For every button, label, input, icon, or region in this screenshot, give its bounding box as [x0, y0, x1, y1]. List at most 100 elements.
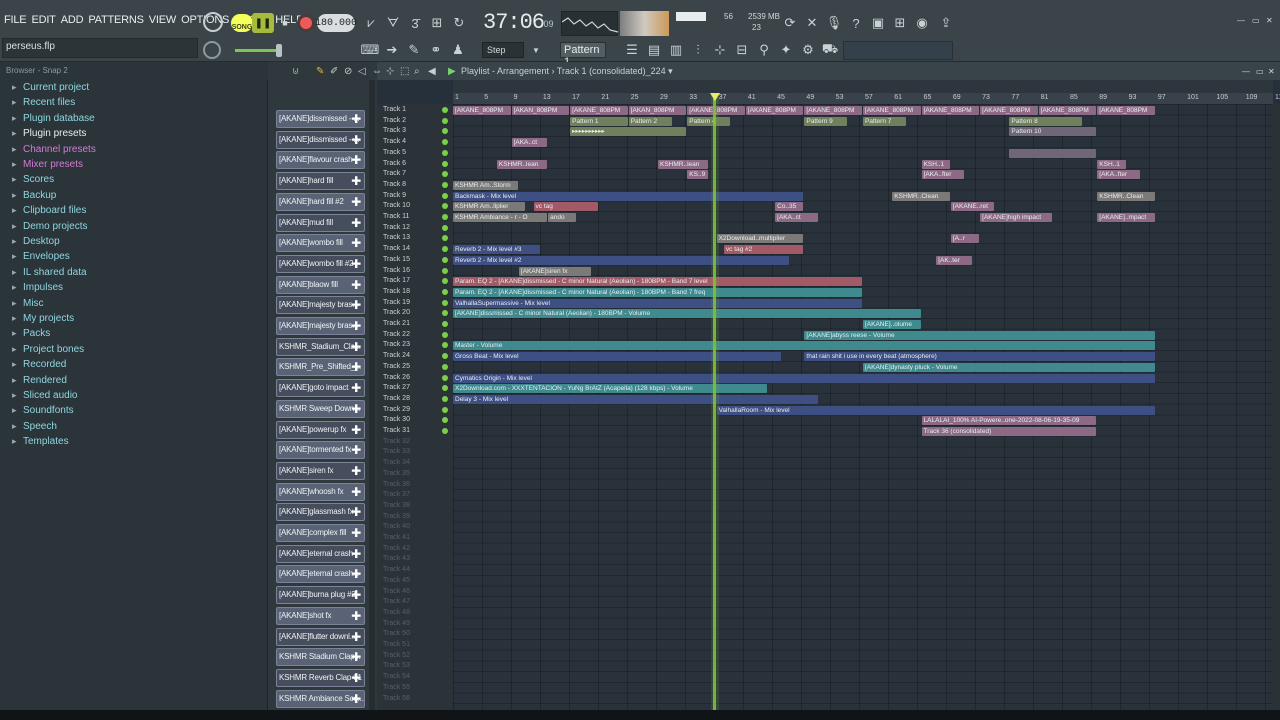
plus-icon[interactable]: ✚ — [351, 133, 361, 147]
track-name[interactable]: Track 53 — [383, 662, 410, 669]
mixer-icon[interactable]: ⊞ — [891, 14, 909, 32]
arrow-right-icon[interactable]: ➔ — [384, 42, 400, 58]
plus-icon[interactable]: ✚ — [351, 236, 361, 250]
channel-button[interactable]: [AKANE]goto impact ✚ — [276, 379, 365, 398]
channel-button[interactable]: KSHMR Ambiance Sce... ✚ — [276, 689, 365, 708]
track-name[interactable]: Track 23 — [383, 341, 410, 348]
channel-button[interactable]: [AKANE]dissmissed - ... ✚ — [276, 130, 365, 149]
browser-item[interactable]: ▸ Impulses — [12, 282, 63, 297]
track-mute-led[interactable] — [442, 256, 448, 263]
track-name[interactable]: Track 45 — [383, 577, 410, 584]
track-name[interactable]: Track 34 — [383, 459, 410, 466]
clip[interactable]: [AKANE_808PM — [745, 106, 804, 115]
clip[interactable]: Co..35 — [775, 202, 804, 212]
song-mode-toggle[interactable]: SONG — [231, 14, 253, 32]
clip[interactable]: KSHMR..lean — [496, 159, 548, 169]
clip[interactable]: [AKANE_808PM — [980, 106, 1038, 115]
clip[interactable]: KSHMR Am..Storm — [453, 180, 518, 190]
track-name[interactable]: Track 50 — [383, 630, 410, 637]
plus-icon[interactable]: ✚ — [351, 650, 361, 664]
plus-icon[interactable]: ✚ — [351, 464, 361, 478]
channel-button[interactable]: [AKANE]hard fill ✚ — [276, 172, 365, 191]
track-name[interactable]: Track 24 — [383, 352, 410, 359]
plus-icon[interactable]: ✚ — [351, 319, 361, 333]
clip[interactable]: KS..9 — [687, 170, 709, 180]
clip[interactable]: [AKANE]dynasty pluck - Volume — [863, 362, 1155, 372]
track-name[interactable]: Track 40 — [383, 523, 410, 530]
channel-button[interactable]: [AKANE]blaow fill ✚ — [276, 275, 365, 294]
countdown-icon[interactable]: 3̄ — [406, 14, 424, 32]
channel-button[interactable]: [AKANE]eternal crash ✚ — [276, 544, 365, 563]
channel-button[interactable]: [AKANE]burna plug #2 ✚ — [276, 586, 365, 605]
clip[interactable]: X2Download..multiplier — [716, 234, 804, 244]
channel-button[interactable]: [AKANE]siren fx ✚ — [276, 461, 365, 480]
clip[interactable]: [AKANE]abyss reese - Volume — [804, 330, 1155, 340]
clip[interactable]: Pattern 4 — [687, 116, 731, 126]
plus-icon[interactable]: ✚ — [351, 381, 361, 395]
browser-item[interactable]: ▸ IL shared data — [12, 267, 87, 282]
track-name[interactable]: Track 56 — [383, 695, 410, 702]
browser-item[interactable]: ▸ Envelopes — [12, 251, 70, 266]
track-name[interactable]: Track 49 — [383, 620, 410, 627]
track-name[interactable]: Track 7 — [383, 170, 406, 177]
browser-item[interactable]: ▸ Rendered — [12, 375, 67, 390]
track-mute-led[interactable] — [442, 267, 448, 274]
close-icon[interactable]: ✕ — [1266, 16, 1273, 25]
track-name[interactable]: Track 18 — [383, 288, 410, 295]
select-tool-icon[interactable]: ⬚ — [400, 66, 409, 77]
browser-item[interactable]: ▸ Project bones — [12, 344, 84, 359]
pattern-selector[interactable]: Pattern 1 — [560, 42, 606, 68]
clip[interactable]: Backmask - Mix level — [453, 191, 804, 201]
track-name[interactable]: Track 48 — [383, 609, 410, 616]
browser-item[interactable]: ▸ Soundfonts — [12, 405, 74, 420]
plus-icon[interactable]: ✚ — [351, 112, 361, 126]
clip[interactable]: Pattern 10 — [1009, 127, 1097, 137]
clip[interactable]: KSH..1 — [921, 159, 950, 169]
project-file-field[interactable]: perseus.flp — [2, 38, 198, 58]
track-name[interactable]: Track 22 — [383, 331, 410, 338]
clip[interactable]: Pattern 8 — [1009, 116, 1082, 126]
track-mute-led[interactable] — [442, 395, 448, 402]
plus-icon[interactable]: ✚ — [351, 298, 361, 312]
channel-button[interactable]: KSHMR Stadium Clap... ✚ — [276, 648, 365, 667]
plus-icon[interactable]: ✚ — [351, 588, 361, 602]
tempo-display[interactable]: 180.000 — [315, 14, 357, 32]
playlist-minimize-icon[interactable]: — — [1242, 67, 1250, 76]
track-name[interactable]: Track 13 — [383, 234, 410, 241]
clip[interactable]: [AKAN_808PM — [511, 106, 570, 115]
clip[interactable]: Pattern 9 — [804, 116, 848, 126]
menu-file[interactable]: FILE — [4, 14, 27, 30]
tools-icon[interactable]: ⚙ — [800, 42, 816, 58]
track-mute-led[interactable] — [442, 224, 448, 231]
clip[interactable]: [AKANE]high impact — [980, 213, 1053, 222]
plus-icon[interactable]: ✚ — [351, 340, 361, 354]
stamp-icon[interactable]: ♟ — [450, 42, 466, 58]
channel-scrollbar[interactable] — [369, 80, 375, 710]
plus-icon[interactable]: ✚ — [351, 216, 361, 230]
browser-item[interactable]: ▸ Misc — [12, 298, 44, 313]
channel-button[interactable]: [AKANE]flutter downl... ✚ — [276, 627, 365, 646]
refresh-icon[interactable]: ⟳ — [781, 14, 799, 32]
channel-button[interactable]: KSHMR Sweep Down... ✚ — [276, 399, 365, 418]
magnet-icon[interactable]: ⊍ — [292, 66, 299, 77]
track-mute-led[interactable] — [442, 288, 448, 295]
track-name[interactable]: Track 35 — [383, 470, 410, 477]
mixer-sliders-icon[interactable]: ⫶ — [690, 42, 706, 58]
browser-icon[interactable]: ⊟ — [734, 42, 750, 58]
clip[interactable]: Pattern 7 — [863, 116, 906, 126]
track-name[interactable]: Track 4 — [383, 138, 406, 145]
track-name[interactable]: Track 55 — [383, 684, 410, 691]
plus-icon[interactable]: ✚ — [351, 692, 361, 706]
track-name[interactable]: Track 27 — [383, 384, 410, 391]
channel-button[interactable]: [AKANE]complex fill ✚ — [276, 524, 365, 542]
stop-button[interactable]: ■ — [276, 13, 294, 33]
cart-icon[interactable]: ⛟ — [822, 41, 838, 58]
playlist-vertical-scrollbar[interactable] — [1272, 104, 1280, 710]
playhead-marker[interactable] — [710, 93, 720, 101]
clip[interactable]: [AKA..ct — [775, 213, 819, 222]
playlist-overview[interactable] — [453, 80, 1273, 93]
loop-record-icon[interactable]: ↻ — [450, 14, 468, 32]
playlist-maximize-icon[interactable]: ▭ — [1256, 67, 1264, 76]
track-name[interactable]: Track 17 — [383, 277, 410, 284]
settings-icon[interactable]: ? — [847, 14, 865, 32]
